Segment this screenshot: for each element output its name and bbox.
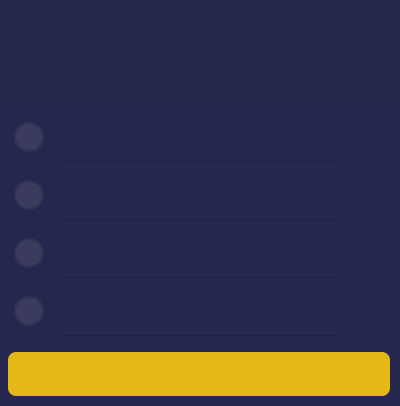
list-item-label	[66, 242, 316, 262]
circle-icon	[14, 122, 44, 152]
app-panel	[0, 0, 400, 406]
header	[0, 0, 400, 110]
list-item-value	[336, 300, 386, 320]
list-item[interactable]	[0, 284, 400, 336]
primary-action-button[interactable]	[8, 352, 390, 396]
list-item-value	[336, 126, 386, 146]
option-list	[0, 110, 400, 340]
list-item-label	[66, 126, 316, 146]
circle-icon	[14, 180, 44, 210]
circle-icon	[14, 238, 44, 268]
list-item-label	[66, 300, 316, 320]
circle-icon	[14, 296, 44, 326]
list-item[interactable]	[0, 226, 400, 278]
list-item[interactable]	[0, 110, 400, 162]
header-text	[110, 12, 378, 94]
list-item[interactable]	[0, 168, 400, 220]
list-item-label	[66, 184, 316, 204]
list-item-value	[336, 242, 386, 262]
list-item-value	[336, 184, 386, 204]
